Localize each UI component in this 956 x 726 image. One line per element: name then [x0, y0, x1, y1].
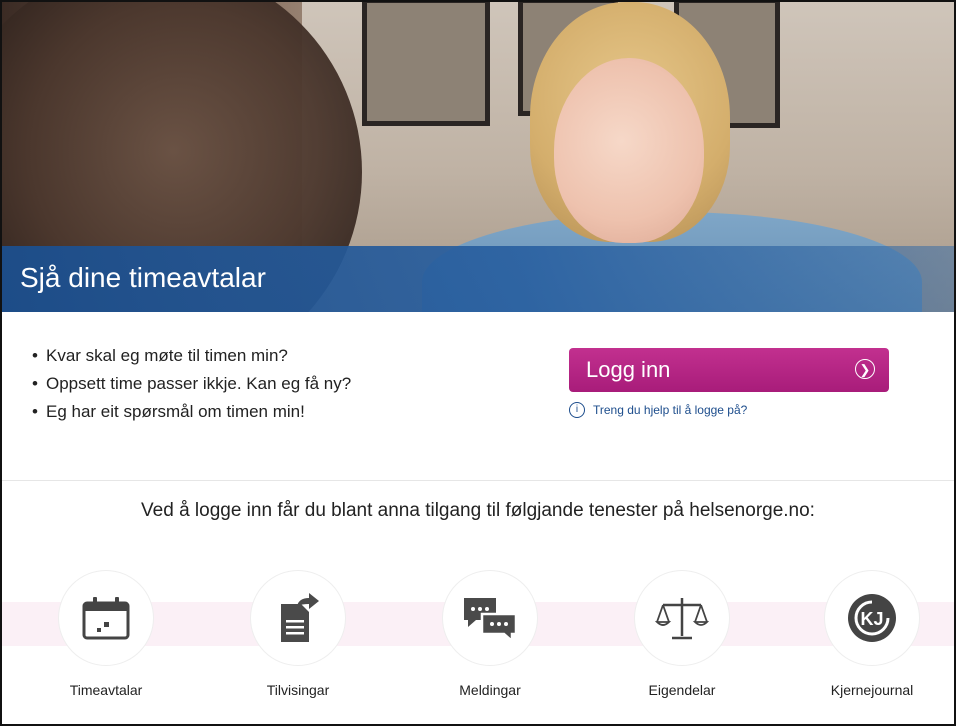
- service-label: Tilvisingar: [266, 682, 330, 698]
- service-meldingar[interactable]: Meldingar: [420, 570, 560, 698]
- service-label: Kjernejournal: [830, 682, 914, 698]
- service-icon-circle: [634, 570, 730, 666]
- page-frame: Sjå dine timeavtalar Kvar skal eg møte t…: [0, 0, 956, 726]
- service-icon-circle: KJ: [824, 570, 920, 666]
- list-item: Oppsett time passer ikkje. Kan eg få ny?: [32, 370, 351, 398]
- chevron-right-circle-icon: ❯: [855, 359, 875, 379]
- svg-text:KJ: KJ: [860, 609, 883, 629]
- calendar-icon: [82, 597, 130, 640]
- list-item: Kvar skal eg møte til timen min?: [32, 342, 351, 370]
- service-label: Timeavtalar: [69, 682, 143, 698]
- login-button[interactable]: Logg inn ❯: [569, 348, 889, 392]
- chat-bubbles-icon: [464, 598, 518, 642]
- service-icon-circle: [442, 570, 538, 666]
- hero-image: Sjå dine timeavtalar: [2, 2, 954, 312]
- nurse-face: [554, 58, 704, 243]
- service-icon-circle: [58, 570, 154, 666]
- kj-logo-icon: KJ: [848, 594, 896, 642]
- service-tilvisingar[interactable]: Tilvisingar: [228, 570, 368, 698]
- services-intro: Ved å logge inn får du blant anna tilgan…: [141, 500, 815, 521]
- document-forward-icon: [281, 593, 319, 642]
- list-item: Eg har eit spørsmål om timen min!: [32, 398, 351, 426]
- service-timeavtalar[interactable]: Timeavtalar: [36, 570, 176, 698]
- service-eigendelar[interactable]: Eigendelar: [612, 570, 752, 698]
- login-help-link[interactable]: i Treng du hjelp til å logge på?: [569, 402, 747, 418]
- service-kjernejournal[interactable]: KJ Kjernejournal: [802, 570, 942, 698]
- service-label: Meldingar: [459, 682, 521, 698]
- wall-picture: [362, 2, 490, 126]
- info-icon: i: [569, 402, 585, 418]
- login-button-label: Logg inn: [586, 357, 671, 382]
- login-help-text: Treng du hjelp til å logge på?: [593, 403, 748, 417]
- page-title: Sjå dine timeavtalar: [20, 262, 266, 293]
- questions-list: Kvar skal eg møte til timen min? Oppsett…: [32, 342, 351, 426]
- divider: [2, 480, 954, 481]
- scales-icon: [655, 598, 709, 640]
- service-label: Eigendelar: [648, 682, 716, 698]
- service-icon-circle: [250, 570, 346, 666]
